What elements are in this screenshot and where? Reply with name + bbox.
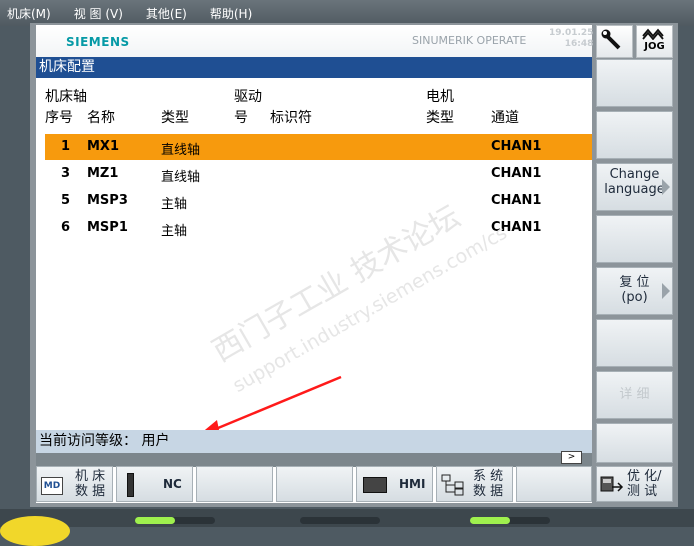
- tree-icon: [441, 474, 464, 496]
- reset-line2: (po): [621, 290, 648, 305]
- softkey-h7[interactable]: [516, 466, 592, 502]
- col-group-axis: 机床轴: [45, 89, 87, 105]
- col-drive-no: 号: [234, 110, 248, 126]
- row-seq: 3: [61, 166, 71, 181]
- hmi-label: HMI: [399, 477, 426, 491]
- nc-label: NC: [163, 477, 182, 491]
- md-icon: MD: [41, 477, 63, 495]
- row-seq: 6: [61, 220, 71, 235]
- col-group-drive: 驱动: [234, 89, 262, 105]
- main-screen: SIEMENS SINUMERIK OPERATE 19.01.25 16:48…: [36, 25, 593, 503]
- optimize-line2: 测 试: [627, 484, 658, 499]
- header-bar: SIEMENS SINUMERIK OPERATE 19.01.25 16:48: [36, 25, 593, 58]
- row-name: MSP3: [87, 193, 128, 208]
- machine-data-line1: 机 床: [75, 469, 106, 484]
- panel-knob: [0, 516, 70, 546]
- change-language-line2: language: [604, 182, 665, 197]
- date-text: 19.01.25: [549, 28, 594, 38]
- optimize-icon: [600, 476, 624, 492]
- siemens-logo: SIEMENS: [66, 35, 130, 49]
- reset-po-button[interactable]: 复 位 (po): [596, 267, 673, 315]
- settings-button[interactable]: [596, 25, 633, 58]
- col-motor-type: 类型: [426, 110, 454, 126]
- menu-view[interactable]: 视 图 (V): [74, 5, 123, 22]
- row-type: 主轴: [161, 197, 188, 212]
- table-row[interactable]: 6 MSP1 主轴 CHAN1: [45, 215, 592, 241]
- nc-icon: [127, 473, 134, 497]
- menu-other[interactable]: 其他(E): [146, 5, 187, 22]
- reset-line1: 复 位: [619, 275, 650, 290]
- jog-label: JOG: [644, 41, 665, 52]
- softkey-v8[interactable]: [596, 423, 673, 463]
- scroll-right-button[interactable]: >: [561, 451, 582, 464]
- row-type: 直线轴: [161, 170, 201, 185]
- softkey-v1[interactable]: [596, 59, 673, 107]
- softkey-v6[interactable]: [596, 319, 673, 367]
- indicator-led-2: [300, 517, 380, 524]
- datetime: 19.01.25 16:48: [549, 28, 593, 50]
- optimize-line1: 优 化/: [627, 469, 662, 484]
- system-data-line1: 系 统: [473, 469, 504, 484]
- wrench-icon: [601, 29, 621, 50]
- col-name: 名称: [87, 110, 115, 126]
- row-type: 直线轴: [161, 143, 201, 158]
- col-type: 类型: [161, 110, 189, 126]
- indicator-led-1: [135, 517, 215, 524]
- col-channel: 通道: [491, 110, 519, 126]
- jog-wave-icon: [642, 28, 664, 40]
- row-channel: CHAN1: [491, 193, 542, 208]
- details-button[interactable]: 详 细: [596, 371, 673, 419]
- row-name: MZ1: [87, 166, 119, 181]
- change-language-line1: Change: [609, 167, 660, 182]
- nc-button[interactable]: NC: [116, 466, 193, 502]
- change-language-button[interactable]: Change language: [596, 163, 673, 211]
- col-seq: 序号: [45, 110, 73, 126]
- machine-data-line2: 数 据: [75, 484, 106, 499]
- menu-machine[interactable]: 机床(M): [7, 5, 51, 22]
- indicator-led-3: [470, 517, 550, 524]
- row-seq: 5: [61, 193, 71, 208]
- col-group-motor: 电机: [426, 89, 454, 105]
- row-channel: CHAN1: [491, 220, 542, 235]
- status-bar: 当前访问等级： 用户: [36, 430, 592, 453]
- table-row[interactable]: 3 MZ1 直线轴 CHAN1: [45, 161, 592, 187]
- softkey-h3[interactable]: [196, 466, 273, 502]
- panel-title: 机床配置: [36, 57, 592, 78]
- row-type: 主轴: [161, 224, 188, 239]
- menu-help[interactable]: 帮助(H): [210, 5, 252, 22]
- table-row[interactable]: 5 MSP3 主轴 CHAN1: [45, 188, 592, 214]
- optimize-test-button[interactable]: 优 化/ 测 试: [596, 466, 673, 502]
- system-data-button[interactable]: 系 统 数 据: [436, 466, 513, 502]
- softkey-v2[interactable]: [596, 111, 673, 159]
- jog-mode-button[interactable]: JOG: [636, 25, 673, 58]
- softkey-h4[interactable]: [276, 466, 353, 502]
- row-channel: CHAN1: [491, 139, 542, 154]
- chevron-right-icon: [662, 179, 670, 195]
- machine-data-button[interactable]: MD 机 床 数 据: [36, 466, 113, 502]
- watermark-line2: support.industry.siemens.com/cs: [229, 222, 511, 397]
- product-name: SINUMERIK OPERATE: [412, 34, 527, 47]
- softkey-v4[interactable]: [596, 215, 673, 263]
- horizontal-scrollbar[interactable]: [36, 453, 592, 467]
- monitor-icon: [363, 477, 387, 493]
- chevron-right-icon: [662, 283, 670, 299]
- row-seq: 1: [61, 139, 71, 154]
- table-row[interactable]: 1 MX1 直线轴 CHAN1: [45, 134, 592, 160]
- hmi-button[interactable]: HMI: [356, 466, 433, 502]
- time-text: 16:48: [564, 39, 594, 49]
- system-data-line2: 数 据: [473, 484, 504, 499]
- row-name: MX1: [87, 139, 120, 154]
- row-name: MSP1: [87, 220, 128, 235]
- col-id: 标识符: [270, 110, 312, 126]
- row-channel: CHAN1: [491, 166, 542, 181]
